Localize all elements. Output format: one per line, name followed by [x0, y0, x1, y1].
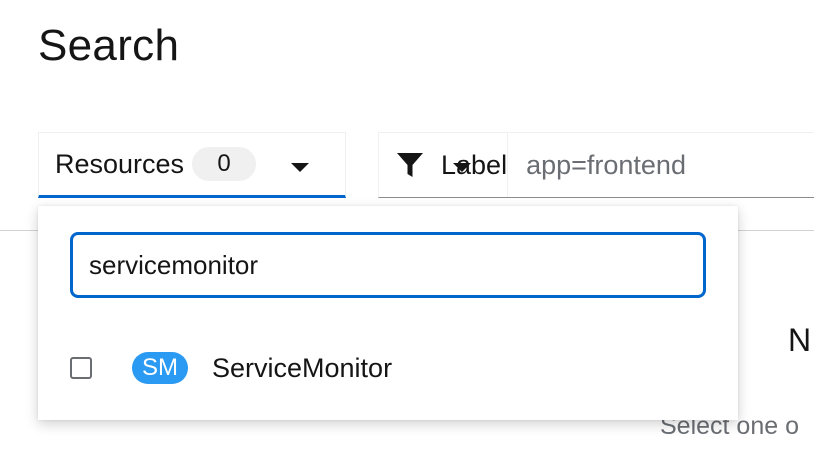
- filter-icon: [397, 153, 423, 177]
- caret-down-icon: [291, 163, 309, 172]
- resources-label: Resources: [55, 148, 185, 179]
- resource-kind-badge: SM: [132, 352, 188, 384]
- menu-item-servicemonitor[interactable]: SM ServiceMonitor: [70, 344, 706, 392]
- label-filter-input[interactable]: [508, 133, 814, 197]
- checkbox[interactable]: [70, 357, 92, 379]
- resources-count-badge: 0: [192, 147, 257, 181]
- page-title: Search: [38, 21, 180, 70]
- filter-type-dropdown[interactable]: Label: [379, 133, 509, 197]
- resource-search-field[interactable]: [70, 232, 706, 298]
- filter-type-label: Label: [441, 149, 508, 180]
- label-filter-group: Label: [378, 132, 814, 198]
- caret-down-icon: [453, 163, 472, 172]
- search-page: Search Resources 0 Label N Select one o …: [0, 0, 814, 476]
- resources-dropdown-menu: SM ServiceMonitor: [38, 206, 738, 420]
- empty-state-title: N: [788, 322, 812, 358]
- resources-dropdown-toggle[interactable]: Resources 0: [38, 132, 346, 198]
- resource-search-input[interactable]: [73, 248, 703, 282]
- menu-item-label: ServiceMonitor: [212, 352, 393, 383]
